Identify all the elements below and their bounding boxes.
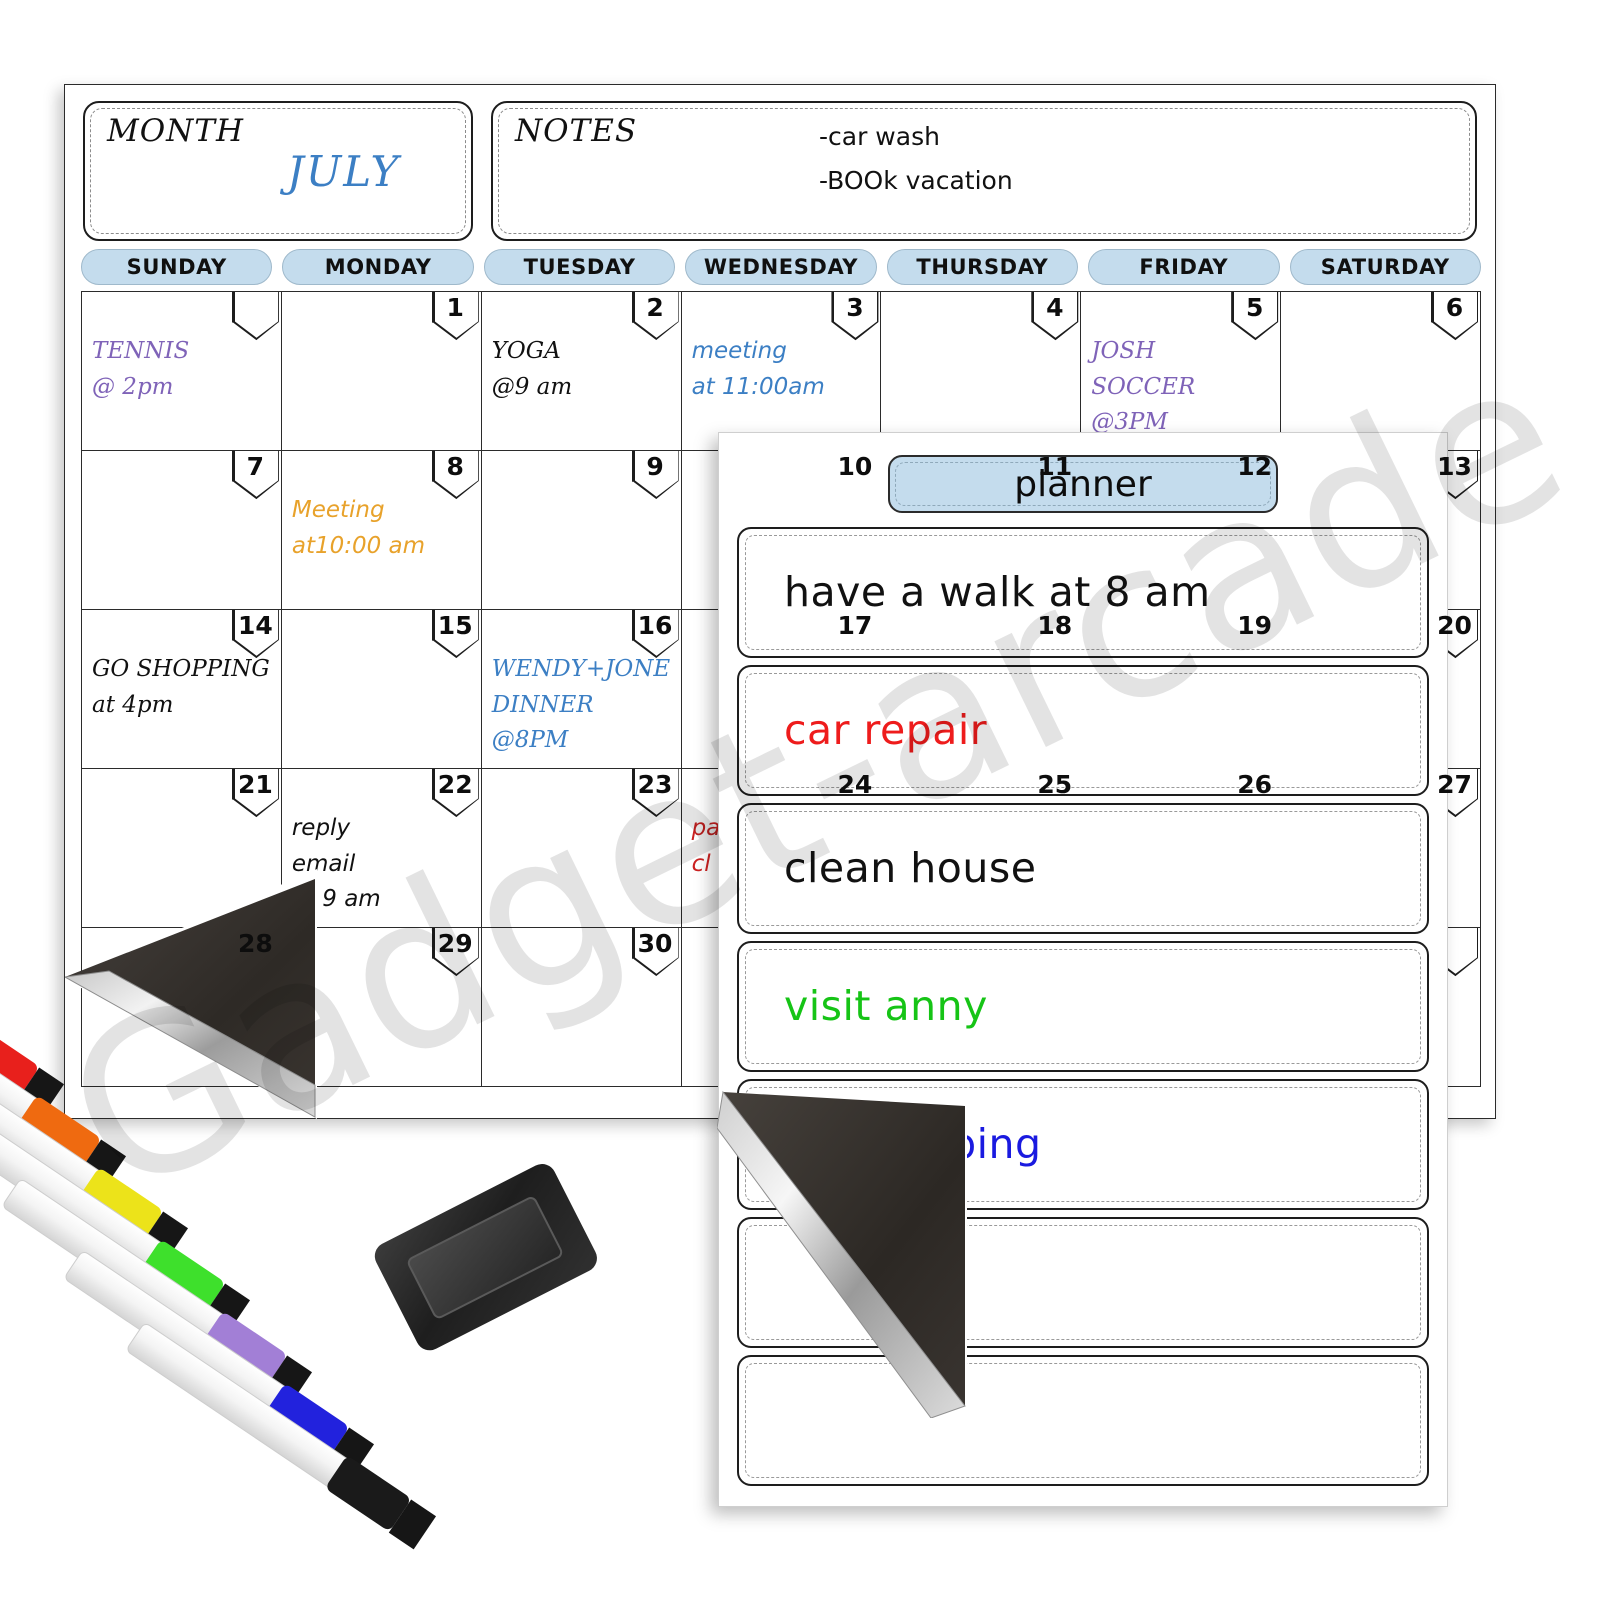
notes-line: -BOOk vacation <box>819 165 1013 195</box>
planner-row-text: have a walk at 8 am <box>784 568 1211 616</box>
calendar-day-cell[interactable]: 2 YOGA @9 am <box>481 292 682 451</box>
weekday-pill-wednesday: WEDNESDAY <box>685 249 877 285</box>
calendar-event-note: Meeting at10:00 am <box>291 497 426 559</box>
calendar-day-cell[interactable]: 1 <box>281 292 482 451</box>
calendar-header-area: MONTH JULY NOTES -car wash -BOOk vacation <box>65 85 1495 245</box>
day-number: 20 <box>1437 611 1472 640</box>
month-label: MONTH <box>107 113 244 149</box>
planner-row-dashed-inner <box>745 1363 1421 1478</box>
calendar-day-cell[interactable]: 22 reply email at 9 am <box>281 769 482 928</box>
day-number: 12 <box>1237 452 1273 481</box>
planner-row-list[interactable]: have a walk at 8 am car repair clean house… <box>737 527 1429 1486</box>
day-number: 6 <box>1445 293 1464 322</box>
calendar-event-note: WENDY+JONE DINNER @8PM <box>491 656 671 754</box>
weekday-pill-thursday: THURSDAY <box>886 249 1079 285</box>
weekday-pill-sunday: SUNDAY <box>81 249 273 285</box>
month-field[interactable]: MONTH JULY <box>83 101 473 241</box>
calendar-day-cell[interactable]: 14 GO SHOPPING at 4pm <box>82 610 282 769</box>
calendar-day-cell[interactable]: 21 <box>82 769 282 928</box>
calendar-event-note: meeting at 11:00am <box>691 338 825 400</box>
calendar-day-cell[interactable]: 8 Meeting at10:00 am <box>281 451 482 610</box>
day-number: 8 <box>446 452 464 481</box>
planner-row-dashed-inner: clean house <box>745 811 1421 926</box>
day-number: 11 <box>1037 452 1073 481</box>
day-number: 19 <box>1237 611 1273 640</box>
planner-row[interactable]: visit anny <box>737 941 1429 1072</box>
weekday-pill-monday: MONDAY <box>282 249 474 285</box>
day-number: 10 <box>837 452 873 481</box>
planner-row[interactable] <box>737 1355 1429 1486</box>
day-number: 5 <box>1245 293 1264 322</box>
calendar-event-note: reply email at 9 am <box>291 815 381 913</box>
weekday-pill-friday: FRIDAY <box>1088 249 1280 285</box>
weekday-pill-saturday: SATURDAY <box>1289 249 1481 285</box>
day-number: 15 <box>437 611 473 640</box>
calendar-day-cell[interactable]: 7 <box>82 451 282 610</box>
calendar-day-cell[interactable]: 6 <box>1281 292 1481 451</box>
day-number: 3 <box>846 293 864 322</box>
day-number: 7 <box>246 452 265 481</box>
day-number: 22 <box>437 770 473 799</box>
day-number: 24 <box>837 770 873 799</box>
planner-title-pill: planner <box>888 455 1278 513</box>
planner-row-dashed-inner: visit anny <box>745 949 1421 1064</box>
calendar-day-cell[interactable]: 23 <box>481 769 682 928</box>
calendar-day-cell[interactable]: 5 JOSH SOCCER @3PM <box>1081 292 1282 451</box>
planner-row-text: car repair <box>784 706 988 754</box>
day-number: 16 <box>637 611 673 640</box>
day-number: 18 <box>1037 611 1073 640</box>
planner-row[interactable] <box>737 1217 1429 1348</box>
notes-field[interactable]: NOTES -car wash -BOOk vacation <box>491 101 1477 241</box>
calendar-day-cell[interactable]: 15 <box>281 610 482 769</box>
day-number: 27 <box>1437 770 1472 799</box>
day-number: 13 <box>1437 452 1472 481</box>
notes-field-dashed-inner: NOTES -car wash -BOOk vacation <box>498 108 1470 234</box>
month-field-dashed-inner: MONTH JULY <box>90 108 466 234</box>
day-number: 2 <box>646 293 664 322</box>
weekday-pill-tuesday: TUESDAY <box>483 249 676 285</box>
product-photo-stage: MONTH JULY NOTES -car wash -BOOk vacation… <box>0 0 1600 1600</box>
dry-erase-marker-set <box>0 1000 597 1550</box>
day-number: 26 <box>1237 770 1273 799</box>
calendar-event-note: JOSH SOCCER @3PM <box>1091 338 1196 436</box>
calendar-event-note: YOGA @9 am <box>491 338 573 400</box>
day-number: 23 <box>637 770 673 799</box>
calendar-day-cell[interactable]: 4 <box>881 292 1082 451</box>
day-number: 25 <box>1037 770 1073 799</box>
notes-line: -car wash <box>819 122 940 151</box>
notes-content: -car wash -BOOk vacation <box>819 115 1013 203</box>
planner-row-text: clean house <box>784 844 1037 892</box>
day-number: 14 <box>237 611 273 640</box>
planner-row-dashed-inner: go shopping <box>745 1087 1421 1202</box>
planner-row-text: go shopping <box>784 1120 1042 1168</box>
magnetic-eraser <box>374 1164 597 1351</box>
day-number: 1 <box>446 293 464 322</box>
planner-row-text: visit anny <box>784 982 988 1030</box>
day-number: 29 <box>437 929 473 958</box>
calendar-day-cell[interactable]: TENNIS @ 2pm <box>82 292 282 451</box>
day-number: 4 <box>1046 293 1064 322</box>
calendar-day-cell[interactable]: 16 WENDY+JONE DINNER @8PM <box>481 610 682 769</box>
day-number: 9 <box>646 452 664 481</box>
notes-label: NOTES <box>515 113 638 149</box>
planner-row[interactable]: clean house <box>737 803 1429 934</box>
day-number: 30 <box>637 929 673 958</box>
calendar-event-note: GO SHOPPING at 4pm <box>92 656 270 718</box>
day-number: 21 <box>237 770 273 799</box>
magnetic-planner-board[interactable]: planner have a walk at 8 am car repair cle… <box>717 432 1448 1507</box>
calendar-event-note: TENNIS @ 2pm <box>92 338 190 400</box>
weekday-header-row: SUNDAY MONDAY TUESDAY WEDNESDAY THURSDAY FRID… <box>65 245 1495 291</box>
calendar-day-cell[interactable]: 9 <box>481 451 682 610</box>
calendar-day-cell[interactable]: 3 meeting at 11:00am <box>681 292 882 451</box>
planner-row-dashed-inner <box>745 1225 1421 1340</box>
day-number: 17 <box>837 611 873 640</box>
planner-row[interactable]: go shopping <box>737 1079 1429 1210</box>
day-number: 28 <box>237 929 273 958</box>
month-value: JULY <box>287 147 401 196</box>
